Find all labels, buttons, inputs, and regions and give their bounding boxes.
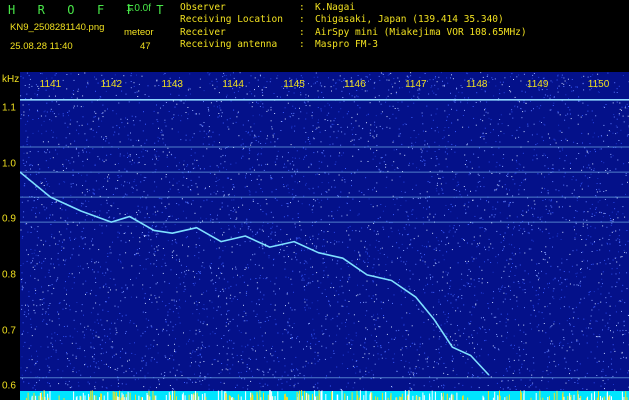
meteor-count-value: 47: [140, 41, 151, 52]
info-separator: :: [299, 38, 305, 50]
header-panel: H R O F F T 1.0.0f KN9_2508281140.png me…: [0, 0, 629, 72]
info-key: Receiving antenna: [180, 38, 278, 50]
info-value: Maspro FM-3: [315, 38, 378, 50]
info-separator: :: [299, 2, 305, 13]
freq-tick-label: 1.0: [2, 158, 16, 170]
info-key: Observer: [180, 2, 226, 13]
time-tick-label: 1146: [344, 79, 366, 90]
freq-tick-label: 0.9: [2, 213, 16, 225]
time-tick-label: 1147: [405, 79, 427, 90]
station-info: Observer: K.Nagai Receiving Location: Chig…: [180, 2, 527, 51]
time-tick-label: 1148: [465, 79, 488, 90]
time-tick-label: 1143: [161, 79, 184, 90]
time-tick-label: 1141: [39, 79, 62, 90]
info-row-antenna: Receiving antenna: Maspro FM-3: [180, 39, 527, 51]
bottom-noise-band: [20, 390, 629, 400]
freq-tick-label: 0.7: [2, 325, 16, 336]
file-name: KN9_2508281140.png: [10, 22, 105, 33]
freq-tick-label: 1.1: [2, 102, 16, 114]
info-row-location: Receiving Location: Chigasaki, Japan (139…: [180, 14, 527, 26]
meteor-count-label: meteor: [124, 27, 154, 38]
time-tick-label: 1145: [283, 79, 305, 90]
spectrogram-background: [20, 72, 629, 400]
time-tick-label: 1142: [100, 79, 123, 90]
info-row-observer: Observer: K.Nagai: [180, 2, 527, 14]
info-separator: :: [299, 26, 305, 38]
info-value: K.Nagai: [315, 2, 356, 13]
info-value: Chigasaki, Japan (139.414 35.340): [315, 14, 504, 26]
time-tick-label: 1150: [587, 79, 610, 90]
time-tick-label: 1144: [222, 79, 244, 90]
info-separator: :: [299, 14, 305, 26]
info-value: AirSpy mini (Miakejima VOR 108.65MHz): [315, 26, 527, 38]
info-row-receiver: Receiver: AirSpy mini (Miakejima VOR 108.…: [180, 27, 527, 39]
time-tick-label: 1149: [526, 79, 549, 90]
app-version: 1.0.0f: [126, 3, 152, 14]
info-key: Receiving Location: [180, 14, 283, 26]
spectrogram: [20, 72, 629, 400]
freq-tick-label: 0.6: [2, 380, 16, 392]
info-key: Receiver: [180, 26, 226, 38]
capture-datetime: 25.08.28 11:40: [10, 41, 73, 52]
freq-axis-unit: kHz: [2, 74, 20, 85]
freq-tick-label: 0.8: [2, 269, 16, 281]
